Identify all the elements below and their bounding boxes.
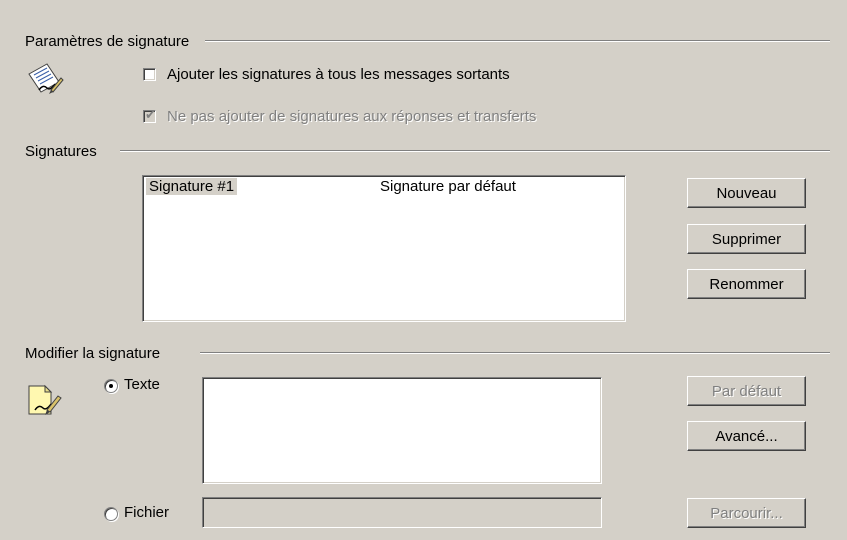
signatures-section-title: Signatures [25,143,105,160]
rename-button[interactable]: Renommer [687,269,806,299]
default-button[interactable]: Par défaut [687,376,806,406]
list-item-name[interactable]: Signature #1 [146,178,238,195]
text-radio-label[interactable]: Texte [124,376,160,393]
browse-button[interactable]: Parcourir... [687,498,806,528]
signature-document-icon [25,60,65,100]
signatures-list[interactable]: Signature #1 Signature par défaut [142,175,626,322]
radio-selected-dot [109,384,113,388]
edit-signature-icon [25,380,65,420]
delete-button[interactable]: Supprimer [687,224,806,254]
new-button[interactable]: Nouveau [687,178,806,208]
add-to-all-label[interactable]: Ajouter les signatures à tous les messag… [167,66,510,83]
edit-section-title: Modifier la signature [25,345,169,362]
file-radio-label[interactable]: Fichier [124,504,169,521]
list-item-note[interactable]: Signature par défaut [380,178,516,195]
signature-text-area[interactable] [202,377,602,484]
add-to-all-checkbox[interactable] [143,68,156,81]
edit-separator [200,352,830,354]
no-replies-checkbox[interactable]: ✔ [143,107,156,123]
file-radio[interactable] [104,507,118,521]
no-replies-label[interactable]: Ne pas ajouter de signatures aux réponse… [167,108,536,125]
signatures-separator [120,150,830,152]
text-radio[interactable] [104,379,118,393]
checkmark-icon: ✔ [145,107,156,122]
settings-separator [205,40,830,42]
advanced-button[interactable]: Avancé... [687,421,806,451]
settings-section-title: Paramètres de signature [25,33,198,50]
file-path-field[interactable] [202,497,602,528]
